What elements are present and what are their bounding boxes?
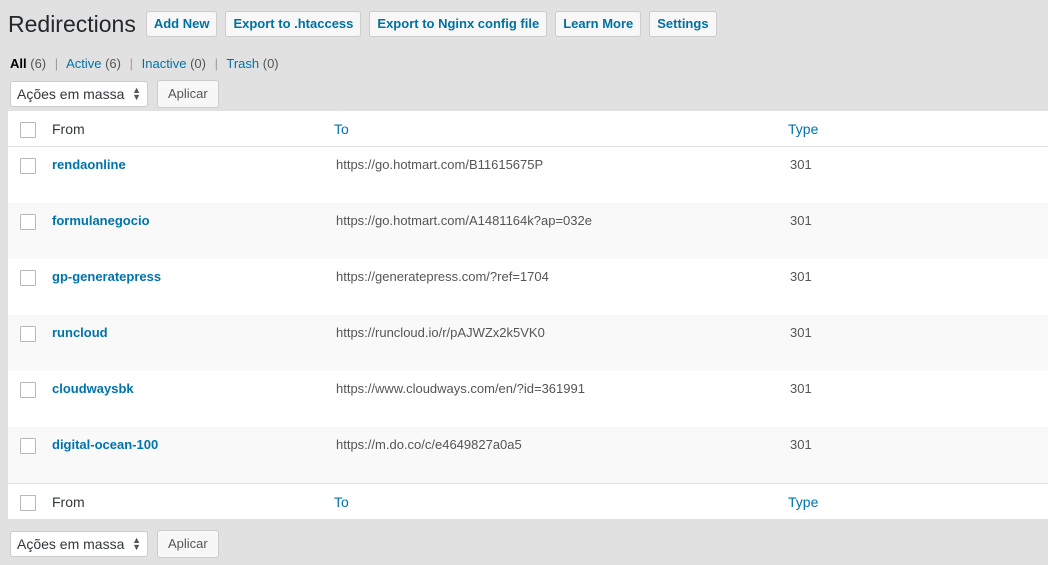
page-header: Redirections Add New Export to .htaccess… — [8, 10, 725, 38]
table-row: digital-ocean-100 https://m.do.co/c/e464… — [8, 427, 1048, 483]
bulk-action-select[interactable]: Ações em massa ▲ ▼ — [10, 81, 148, 107]
redirect-target: https://generatepress.com/?ref=1704 — [336, 269, 549, 284]
select-all-checkbox[interactable] — [20, 122, 36, 138]
row-checkbox[interactable] — [20, 270, 36, 286]
apply-button[interactable]: Aplicar — [157, 80, 219, 108]
bulk-action-selected: Ações em massa — [17, 536, 125, 552]
status-filters: All (6) | Active (6) | Inactive (0) | Tr… — [10, 56, 279, 71]
column-type[interactable]: Type — [788, 494, 818, 510]
redirect-target: https://go.hotmart.com/A1481164k?ap=032e — [336, 213, 592, 228]
table-header: From To Type — [8, 111, 1048, 147]
column-from: From — [52, 494, 85, 510]
filter-separator: | — [54, 56, 59, 71]
redirect-code: 301 — [790, 213, 812, 228]
table-row: rendaonline https://go.hotmart.com/B1161… — [8, 147, 1048, 203]
bulk-actions-top: Ações em massa ▲ ▼ Aplicar — [10, 80, 219, 108]
redirect-target: https://www.cloudways.com/en/?id=361991 — [336, 381, 585, 396]
redirect-source-link[interactable]: rendaonline — [52, 157, 126, 172]
filter-trash-count: (0) — [262, 56, 279, 71]
column-to[interactable]: To — [334, 494, 349, 510]
redirect-source-link[interactable]: gp-generatepress — [52, 269, 161, 284]
redirect-source-link[interactable]: cloudwaysbk — [52, 381, 134, 396]
row-checkbox[interactable] — [20, 438, 36, 454]
bulk-action-selected: Ações em massa — [17, 86, 125, 102]
table-row: formulanegocio https://go.hotmart.com/A1… — [8, 203, 1048, 259]
select-all-checkbox[interactable] — [20, 495, 36, 511]
column-to[interactable]: To — [334, 121, 349, 137]
filter-separator: | — [129, 56, 133, 71]
redirect-source-link[interactable]: formulanegocio — [52, 213, 150, 228]
row-checkbox[interactable] — [20, 158, 36, 174]
filter-active-count: (6) — [105, 56, 121, 71]
page-title: Redirections — [8, 11, 136, 37]
redirect-source-link[interactable]: runcloud — [52, 325, 108, 340]
redirect-target: https://runcloud.io/r/pAJWZx2k5VK0 — [336, 325, 545, 340]
filter-active[interactable]: Active — [66, 56, 101, 71]
row-checkbox[interactable] — [20, 382, 36, 398]
filter-inactive-count: (0) — [190, 56, 206, 71]
filter-separator: | — [214, 56, 218, 71]
redirect-code: 301 — [790, 269, 812, 284]
redirect-code: 301 — [790, 325, 812, 340]
redirects-table: From To Type rendaonline https://go.hotm… — [8, 111, 1048, 519]
select-arrows-icon: ▲ ▼ — [132, 85, 141, 102]
table-footer: From To Type — [8, 483, 1048, 520]
bulk-actions-bottom: Ações em massa ▲ ▼ Aplicar — [10, 530, 219, 558]
add-new-button[interactable]: Add New — [145, 11, 218, 37]
redirect-source-link[interactable]: digital-ocean-100 — [52, 437, 158, 452]
learn-more-button[interactable]: Learn More — [555, 11, 642, 37]
export-nginx-button[interactable]: Export to Nginx config file — [369, 11, 548, 37]
settings-button[interactable]: Settings — [649, 11, 717, 37]
filter-all-count: (6) — [30, 56, 47, 71]
redirect-code: 301 — [790, 157, 812, 172]
table-row: cloudwaysbk https://www.cloudways.com/en… — [8, 371, 1048, 427]
redirect-target: https://m.do.co/c/e4649827a0a5 — [336, 437, 522, 452]
redirect-code: 301 — [790, 437, 812, 452]
filter-inactive[interactable]: Inactive — [142, 56, 187, 71]
table-row: runcloud https://runcloud.io/r/pAJWZx2k5… — [8, 315, 1048, 371]
apply-button[interactable]: Aplicar — [157, 530, 219, 558]
row-checkbox[interactable] — [20, 214, 36, 230]
export-htaccess-button[interactable]: Export to .htaccess — [225, 11, 362, 37]
column-from: From — [52, 121, 85, 137]
table-row: gp-generatepress https://generatepress.c… — [8, 259, 1048, 315]
filter-trash[interactable]: Trash — [226, 56, 259, 71]
bulk-action-select[interactable]: Ações em massa ▲ ▼ — [10, 531, 148, 557]
redirect-code: 301 — [790, 381, 812, 396]
column-type[interactable]: Type — [788, 121, 818, 137]
select-arrows-icon: ▲ ▼ — [132, 535, 141, 552]
row-checkbox[interactable] — [20, 326, 36, 342]
filter-all[interactable]: All — [10, 56, 27, 71]
redirect-target: https://go.hotmart.com/B11615675P — [336, 157, 544, 172]
